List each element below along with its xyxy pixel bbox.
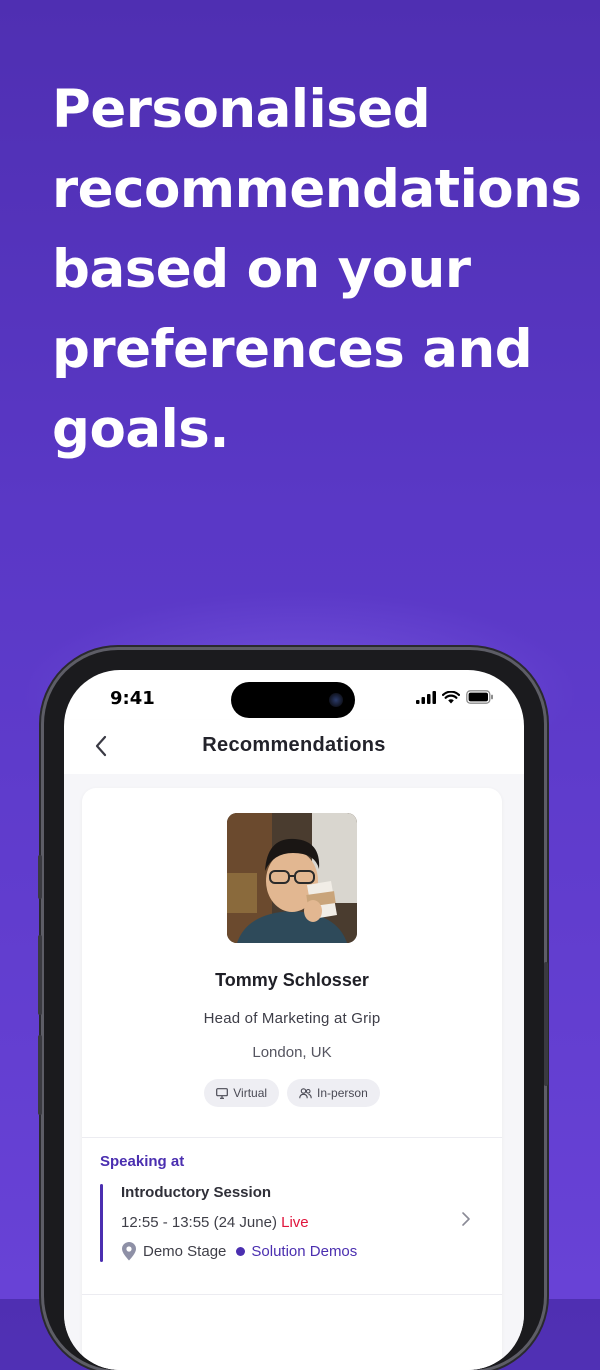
headline: Personalised recommendations based on yo… <box>52 79 582 460</box>
session-location: Demo Stage <box>143 1243 227 1260</box>
session-time-range: 12:55 - 13:55 (24 June) <box>121 1214 277 1231</box>
speaking-at-label: Speaking at <box>100 1153 185 1170</box>
session-meta: Demo Stage Solution Demos <box>121 1242 357 1261</box>
signal-icon <box>416 690 436 704</box>
phone-mockup: 9:41 Recommendations Tommy Schlosser Hea… <box>38 650 548 1370</box>
chevron-right-icon[interactable] <box>459 1210 473 1228</box>
speaker-location: London, UK <box>252 1044 332 1061</box>
dynamic-island <box>231 682 355 718</box>
volume-down-button <box>38 1035 42 1115</box>
monitor-icon <box>216 1087 229 1099</box>
session-time: 12:55 - 13:55 (24 June) Live <box>121 1214 309 1231</box>
session-title: Introductory Session <box>121 1184 272 1201</box>
avatar <box>227 813 357 943</box>
wifi-icon <box>442 690 460 703</box>
nav-bar: Recommendations <box>64 720 524 774</box>
content-area: Tommy Schlosser Head of Marketing at Gri… <box>64 774 524 1370</box>
battery-icon <box>466 690 493 704</box>
tag-virtual: Virtual <box>204 1079 280 1107</box>
status-time: 9:41 <box>110 688 155 709</box>
volume-up-button <box>38 935 42 1015</box>
power-button <box>544 962 548 1086</box>
divider <box>82 1137 502 1138</box>
tag-virtual-label: Virtual <box>233 1086 268 1100</box>
tag-in-person: In-person <box>287 1079 380 1107</box>
tag-in-person-label: In-person <box>317 1086 368 1100</box>
status-icons <box>416 690 494 704</box>
live-badge: Live <box>281 1214 309 1231</box>
divider <box>82 1294 502 1295</box>
session-item[interactable]: Introductory Session 12:55 - 13:55 (24 J… <box>100 1184 485 1264</box>
people-icon <box>299 1087 312 1098</box>
speaker-name: Tommy Schlosser <box>215 970 369 990</box>
phone-screen: 9:41 Recommendations Tommy Schlosser Hea… <box>64 670 524 1370</box>
track-dot <box>236 1247 246 1256</box>
attendance-tags: Virtual In-person <box>82 1079 502 1107</box>
location-pin-icon <box>122 1242 136 1261</box>
session-track: Solution Demos <box>251 1243 358 1260</box>
speaker-role: Head of Marketing at Grip <box>203 1010 381 1027</box>
mute-switch <box>38 855 42 899</box>
session-accent-bar <box>100 1184 103 1262</box>
speaker-card[interactable]: Tommy Schlosser Head of Marketing at Gri… <box>82 788 502 1370</box>
page-title: Recommendations <box>202 734 386 756</box>
